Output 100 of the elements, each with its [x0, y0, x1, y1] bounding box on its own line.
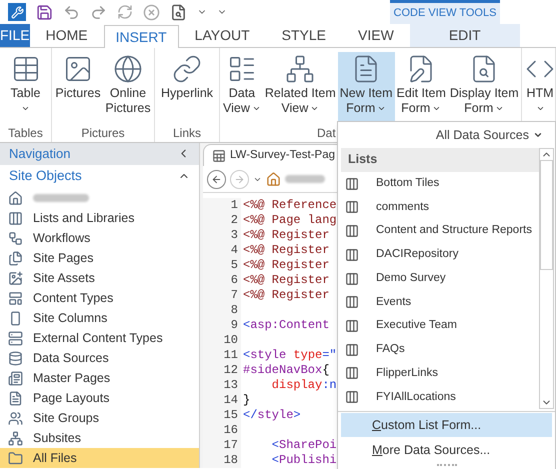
code-line: <Publishi — [270, 453, 337, 468]
nav-item[interactable]: Site Assets — [0, 268, 199, 288]
group-label: Links — [172, 125, 201, 142]
list-icon — [345, 366, 359, 380]
nav-item[interactable]: Site Pages — [0, 248, 199, 268]
list-item[interactable]: Executive Team — [341, 314, 539, 338]
picture-icon — [63, 54, 93, 84]
line-number: 15 — [222, 408, 239, 423]
pane-title: Navigation — [9, 145, 70, 164]
ribbon-button[interactable]: Hyperlink — [158, 52, 216, 122]
nav-item[interactable]: Site Columns — [0, 308, 199, 328]
document-icon — [8, 390, 23, 406]
code-line: <%@ Register — [243, 258, 330, 273]
ribbon-tab[interactable]: FILE — [0, 24, 30, 47]
list-icon — [345, 272, 359, 286]
home-icon — [8, 190, 23, 206]
blurred-text — [285, 175, 325, 183]
globe-icon — [113, 54, 143, 84]
list-icon — [345, 200, 359, 214]
line-number: 16 — [222, 423, 239, 438]
list-item[interactable]: Events — [341, 290, 539, 314]
nav-item[interactable]: Content Types — [0, 288, 199, 308]
link-icon — [172, 54, 202, 84]
blurred-text — [33, 194, 89, 202]
nav-item[interactable]: External Content Types — [0, 328, 199, 348]
context-group-header: CODE VIEW TOOLS — [390, 0, 500, 24]
line-number: 11 — [222, 348, 239, 363]
code-line: <%@ Register — [243, 288, 330, 303]
line-number: 14 — [222, 393, 239, 408]
ribbon-button[interactable]: Related Item View — [262, 52, 338, 122]
list-item[interactable]: comments — [341, 195, 539, 220]
save-icon[interactable] — [36, 4, 53, 20]
list-item[interactable]: FlipperLinks — [341, 362, 539, 386]
caret-icon — [533, 130, 543, 140]
workflow-icon — [8, 230, 23, 246]
column-icon — [8, 310, 23, 326]
code-line: display:n — [270, 378, 337, 393]
app-logo-icon — [8, 3, 26, 21]
ribbon-tab[interactable]: EDIT — [410, 24, 520, 47]
code-line: <SharePoi — [270, 438, 337, 453]
ribbon-button[interactable]: Pictures — [53, 52, 103, 122]
scrollbar[interactable] — [539, 148, 554, 409]
line-number: 5 — [230, 258, 239, 273]
nav-item[interactable]: Lists and Libraries — [0, 208, 199, 228]
list-icon — [345, 248, 359, 262]
line-number: 3 — [230, 228, 239, 243]
ribbon-button[interactable]: HTM — [523, 52, 556, 122]
back-button[interactable] — [207, 170, 226, 188]
ribbon-button[interactable]: Display Item Form — [448, 52, 521, 122]
list-item[interactable]: DACIRepository — [341, 242, 539, 267]
code-line: <%@ Register — [243, 243, 330, 258]
undo-icon[interactable] — [63, 4, 80, 20]
server-icon — [8, 330, 23, 346]
preview-icon[interactable] — [170, 4, 187, 20]
home-icon[interactable] — [266, 172, 281, 186]
users-icon — [8, 410, 23, 426]
nav-item[interactable]: Site Groups — [0, 408, 199, 428]
ribbon-button[interactable]: New Item Form — [338, 52, 395, 122]
list-item[interactable]: Content and Structure Reports — [341, 219, 539, 243]
redo-icon[interactable] — [90, 4, 107, 20]
section-title[interactable]: Site Objects — [9, 166, 82, 186]
list-icon — [345, 224, 359, 238]
nav-item[interactable]: Page Layouts — [0, 388, 199, 408]
list-icon — [345, 319, 359, 333]
columns-icon — [8, 210, 23, 226]
folder-icon — [8, 450, 23, 466]
filter-dropdown[interactable]: All Data Sources — [436, 126, 543, 144]
nav-item[interactable]: Workflows — [0, 228, 199, 248]
nav-item[interactable]: Master Pages — [0, 368, 199, 388]
line-number: 12 — [222, 363, 239, 378]
ribbon-tab[interactable]: VIEW — [342, 24, 410, 47]
caret-icon — [252, 104, 261, 113]
ribbon-tab[interactable]: STYLE — [266, 24, 342, 47]
line-number: 8 — [230, 303, 239, 318]
ribbon-button[interactable]: Edit Item Form — [394, 52, 448, 122]
nav-item[interactable]: All Files — [0, 448, 199, 468]
caret-icon — [536, 104, 544, 113]
ribbon-tab[interactable]: HOME — [30, 24, 104, 47]
list-item[interactable]: FAQs — [341, 338, 539, 362]
sitemap-icon — [8, 430, 23, 446]
caret-icon — [377, 104, 386, 113]
ribbon-button[interactable]: Data View — [221, 52, 263, 122]
list-item[interactable]: FYIAllLocations — [341, 385, 539, 410]
ribbon-tab[interactable]: LAYOUT — [178, 24, 266, 47]
nav-item[interactable]: Data Sources — [0, 348, 199, 368]
layout-icon — [8, 290, 23, 306]
ribbon-button[interactable]: Table — [8, 52, 42, 122]
nav-item[interactable]: Subsites — [0, 428, 199, 448]
image-icon — [8, 270, 23, 286]
newspaper-icon — [8, 370, 23, 386]
ribbon-button[interactable]: Online Pictures — [103, 52, 153, 122]
list-item[interactable]: Demo Survey — [341, 266, 539, 290]
menu-item[interactable]: Custom List Form... — [341, 413, 552, 437]
menu-item[interactable]: More Data Sources... — [341, 438, 552, 462]
code-line: } — [243, 393, 250, 408]
code-line: #sideNavBox{ — [243, 363, 330, 378]
list-icon — [345, 342, 359, 357]
code-line: <style type=" — [243, 348, 337, 363]
ribbon-tab[interactable]: INSERT — [104, 25, 179, 48]
list-item[interactable]: Bottom Tiles — [341, 172, 539, 196]
